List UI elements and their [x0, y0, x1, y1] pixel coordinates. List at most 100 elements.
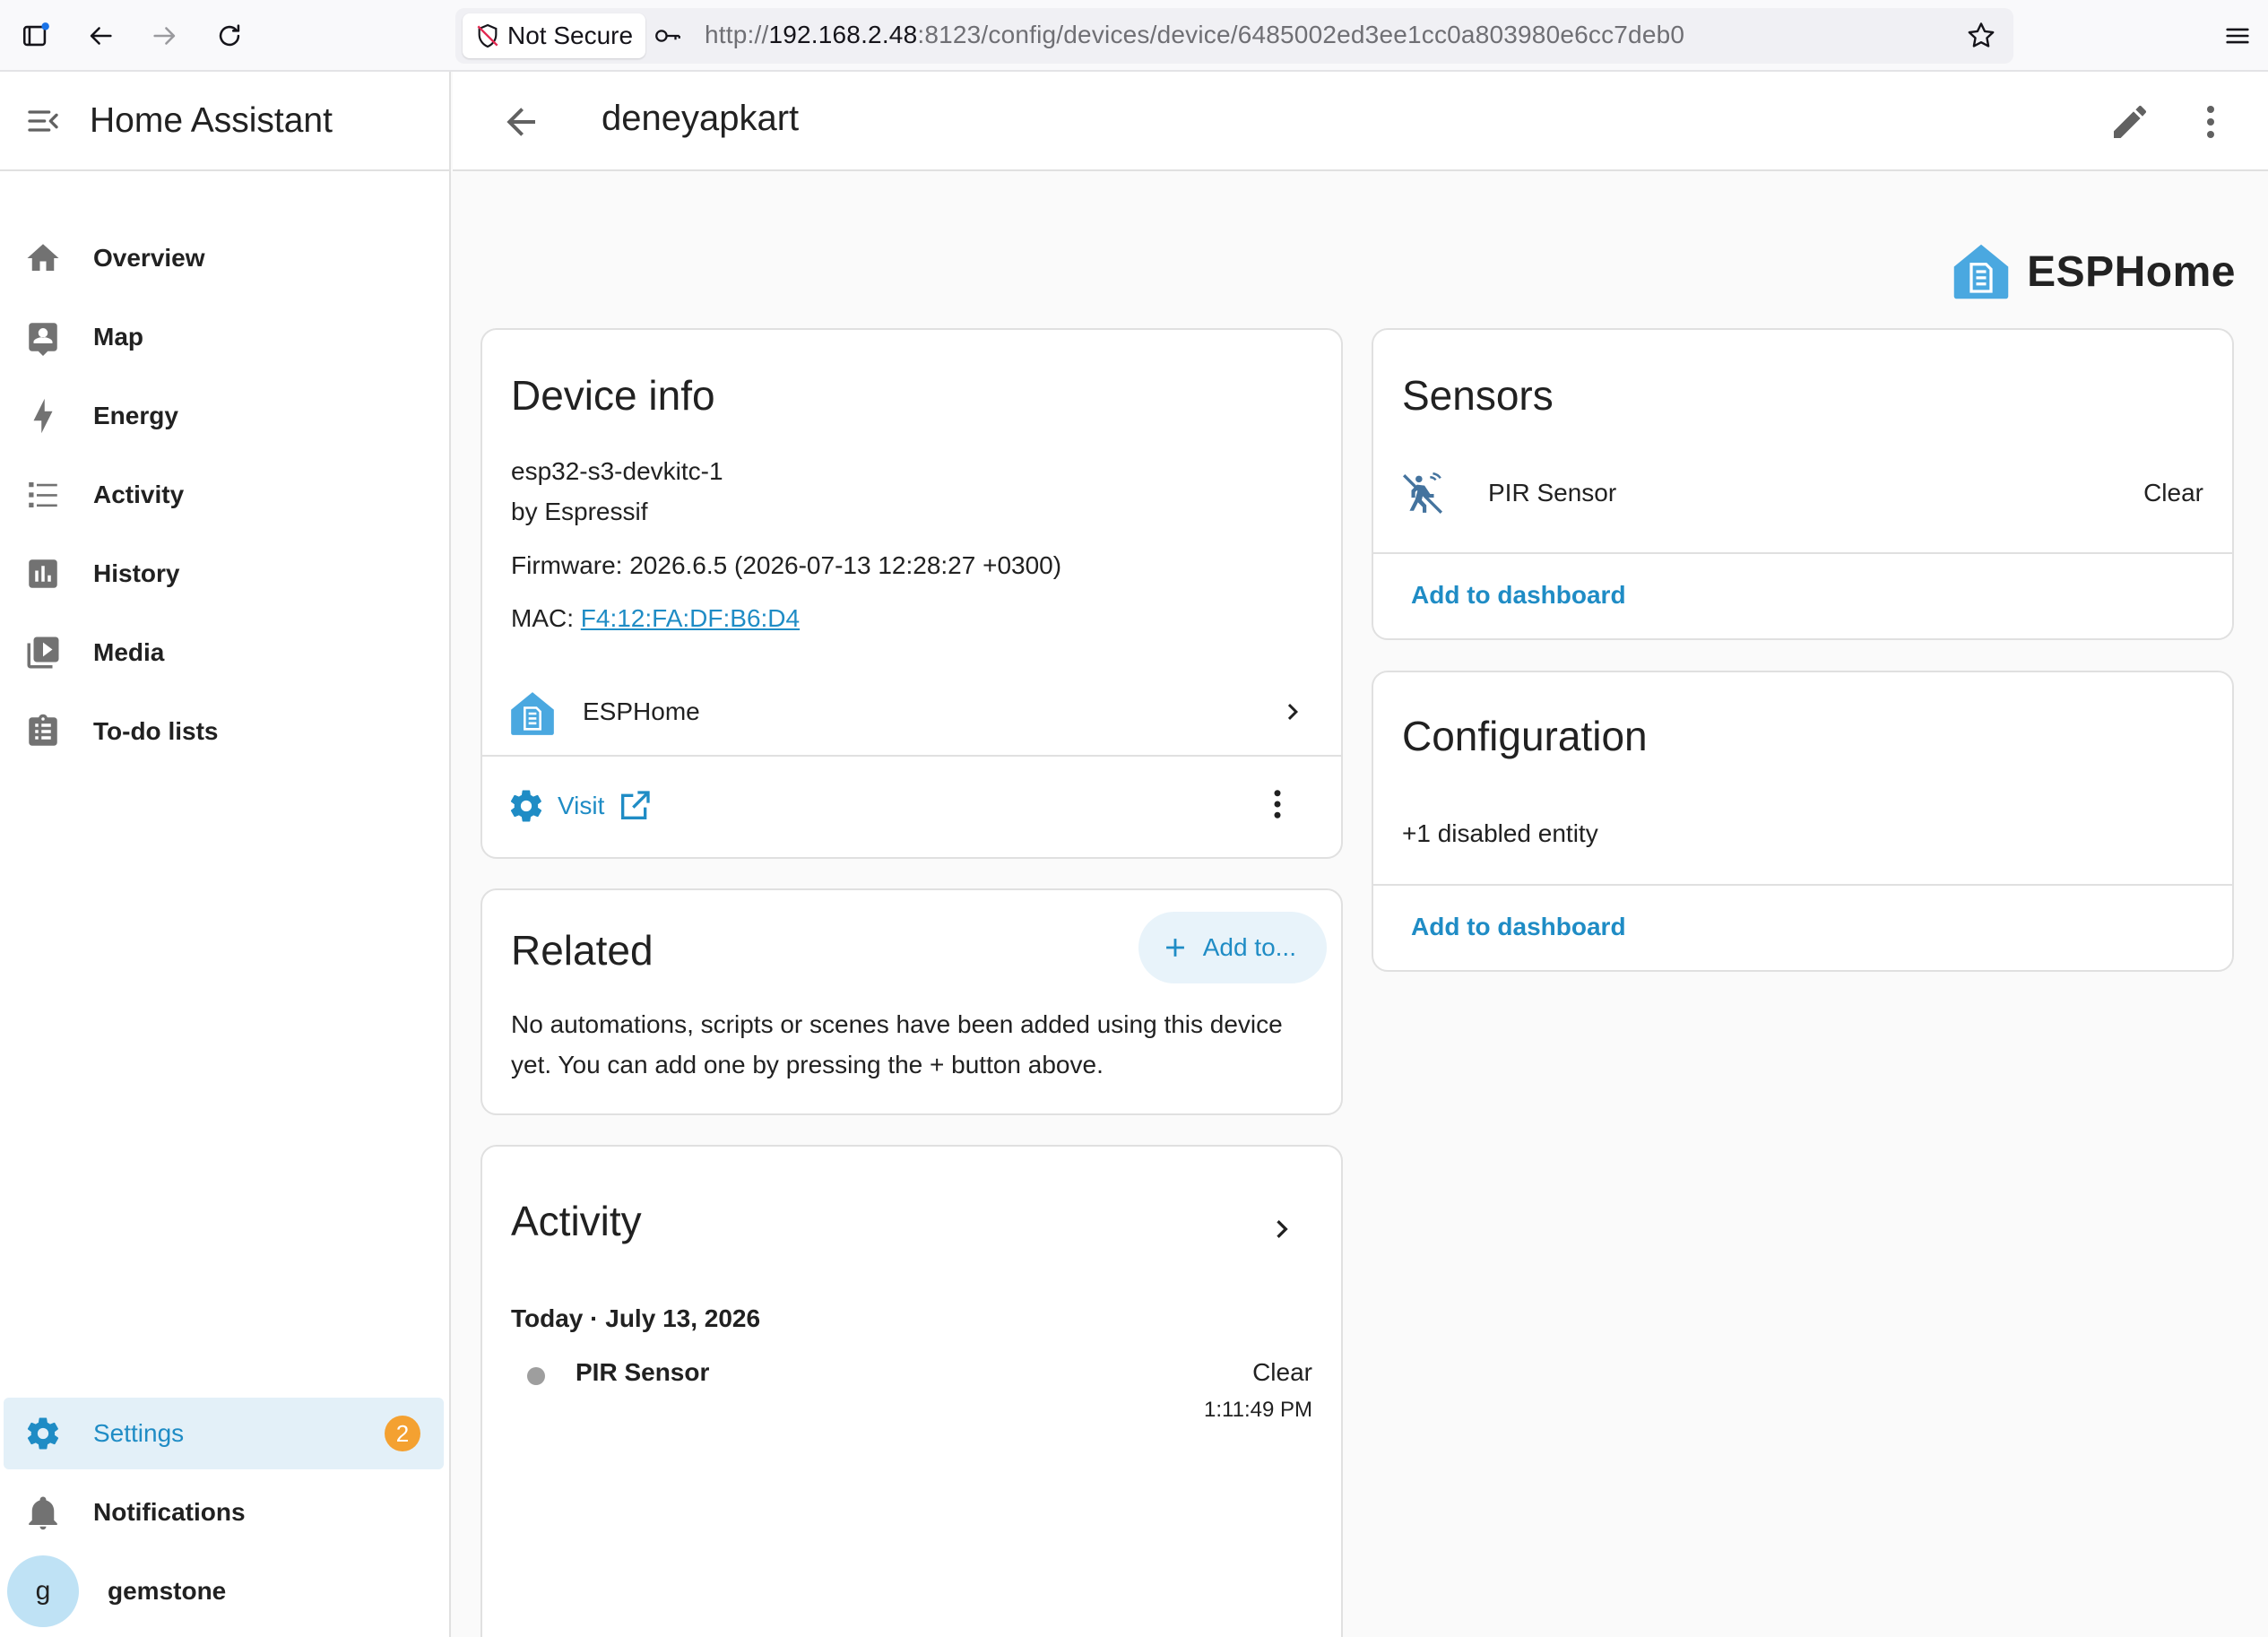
device-model: esp32-s3-devkitc-1 — [511, 457, 723, 485]
related-message: No automations, scripts or scenes have b… — [511, 1010, 1283, 1038]
card-title: Sensors — [1402, 372, 1554, 419]
page-title: deneyapkart — [602, 99, 800, 138]
esphome-logo-icon — [511, 692, 554, 735]
bookmark-star-icon[interactable] — [1965, 20, 1997, 52]
motion-sensor-off-icon — [1402, 472, 1443, 515]
clipboard-list-icon — [23, 712, 63, 751]
menu-collapse-icon[interactable] — [20, 98, 66, 144]
address-bar[interactable]: Not Secure http://192.168.2.48:8123/conf… — [455, 8, 2013, 64]
entity-row[interactable]: PIR Sensor Clear — [1373, 455, 2232, 531]
back-arrow-icon[interactable] — [499, 100, 542, 143]
back-arrow-icon[interactable] — [81, 16, 120, 56]
map-account-icon — [23, 317, 63, 357]
esphome-logo-icon — [1953, 244, 2009, 299]
key-icon[interactable] — [653, 21, 683, 51]
state-dot — [527, 1367, 545, 1385]
sidebar-item-notifications[interactable]: Notifications — [0, 1477, 444, 1548]
chart-box-icon — [23, 554, 63, 593]
sidebar-item-user[interactable]: g gemstone — [0, 1555, 444, 1627]
sidebar-item-label: Media — [93, 638, 165, 666]
entity-state: Clear — [1252, 1358, 1312, 1386]
visit-label: Visit — [558, 792, 605, 819]
sidebar-item-label: Overview — [93, 244, 205, 272]
related-card: Related Add to... No automations, script… — [480, 888, 1343, 1115]
disabled-entities-link[interactable]: +1 disabled entity — [1402, 819, 1598, 848]
device-manufacturer: by Espressif — [511, 498, 648, 525]
sidebar-item-overview[interactable]: Overview — [0, 222, 444, 294]
related-message: yet. You can add one by pressing the + b… — [511, 1051, 1104, 1078]
activity-card: Activity Today · July 13, 2026 PIR Senso… — [480, 1145, 1343, 1637]
device-firmware: Firmware: 2026.6.5 (2026-07-13 12:28:27 … — [511, 551, 1062, 579]
sidebar-item-activity[interactable]: Activity — [0, 459, 444, 531]
integration-name: ESPHome — [583, 697, 700, 725]
reload-icon[interactable] — [210, 16, 249, 56]
sidebar-item-energy[interactable]: Energy — [0, 380, 444, 452]
pencil-icon[interactable] — [2108, 100, 2151, 143]
entry-time: 1:11:49 PM — [1204, 1398, 1312, 1422]
sidebar-item-label: To-do lists — [93, 717, 219, 745]
add-to-button[interactable]: Add to... — [1138, 912, 1327, 983]
card-title: Device info — [511, 372, 715, 419]
url-text[interactable]: http://192.168.2.48:8123/config/devices/… — [705, 21, 1684, 49]
configuration-card: Configuration +1 disabled entity Add to … — [1372, 671, 2234, 972]
app-title: Home Assistant — [90, 100, 333, 140]
divider — [482, 755, 1341, 757]
sidebar-item-label: Map — [93, 323, 143, 351]
card-title: Configuration — [1402, 713, 1648, 759]
avatar: g — [7, 1555, 79, 1627]
sidebar-item-map[interactable]: Map — [0, 301, 444, 373]
browser-toolbar: Not Secure http://192.168.2.48:8123/conf… — [0, 0, 2268, 72]
device-info-card: Device info esp32-s3-devkitc-1 by Espres… — [480, 328, 1343, 859]
more-vertical-icon[interactable] — [1259, 785, 1296, 823]
device-mac: MAC: F4:12:FA:DF:B6:D4 — [511, 604, 801, 632]
activity-date: Today · July 13, 2026 — [511, 1304, 761, 1332]
integration-row[interactable]: ESPHome — [482, 674, 1341, 749]
divider — [1373, 552, 2232, 554]
settings-badge: 2 — [385, 1416, 420, 1451]
entity-state: Clear — [2143, 479, 2203, 507]
divider — [1373, 884, 2232, 886]
user-name: gemstone — [108, 1577, 227, 1605]
shield-slash-icon — [477, 23, 498, 48]
visit-button[interactable]: Visit — [507, 787, 653, 825]
forward-arrow-icon[interactable] — [145, 16, 185, 56]
mac-link[interactable]: F4:12:FA:DF:B6:D4 — [581, 604, 800, 632]
add-to-dashboard-button[interactable]: Add to dashboard — [1411, 581, 1626, 610]
brand-name: ESPHome — [2027, 247, 2236, 296]
sidebar-item-media[interactable]: Media — [0, 617, 444, 689]
not-secure-label: Not Secure — [507, 22, 634, 49]
card-title: Activity — [511, 1198, 642, 1244]
chevron-right-icon — [1287, 704, 1298, 720]
more-vertical-icon[interactable] — [2189, 100, 2232, 143]
sidebar-item-label: Activity — [93, 481, 185, 508]
add-to-dashboard-button[interactable]: Add to dashboard — [1411, 913, 1626, 941]
sensors-card: Sensors PIR Sensor Clear Add to dashboar… — [1372, 328, 2234, 640]
open-in-new-icon — [621, 791, 651, 819]
top-app-bar: deneyapkart — [453, 72, 2268, 171]
security-indicator[interactable]: Not Secure — [463, 13, 646, 58]
list-icon — [23, 475, 63, 515]
play-box-icon — [23, 633, 63, 672]
add-to-label: Add to... — [1202, 933, 1296, 961]
sidebar-item-history[interactable]: History — [0, 538, 444, 610]
app-menu-icon[interactable] — [2218, 16, 2257, 56]
sidebar: Home Assistant Overview Map Energy Activ… — [0, 72, 451, 1637]
entity-name: PIR Sensor — [576, 1358, 710, 1386]
chevron-right-icon[interactable] — [1264, 1211, 1300, 1247]
sidebar-header: Home Assistant — [0, 72, 449, 171]
sidebar-toggle-icon[interactable] — [16, 16, 56, 56]
sidebar-item-todo[interactable]: To-do lists — [0, 696, 444, 767]
sidebar-item-label: History — [93, 559, 180, 587]
sidebar-item-label: Energy — [93, 402, 178, 429]
integration-brand: ESPHome — [1952, 242, 2236, 301]
sidebar-item-settings[interactable]: Settings 2 — [4, 1398, 444, 1469]
entity-name: PIR Sensor — [1488, 479, 1617, 507]
gear-icon — [510, 790, 542, 822]
lightning-icon — [23, 396, 63, 436]
card-title: Related — [511, 927, 654, 974]
bell-icon — [23, 1493, 63, 1532]
sidebar-item-label: Settings — [93, 1419, 185, 1447]
plus-icon — [1165, 939, 1184, 957]
home-icon — [23, 238, 63, 278]
gear-icon — [23, 1414, 63, 1453]
